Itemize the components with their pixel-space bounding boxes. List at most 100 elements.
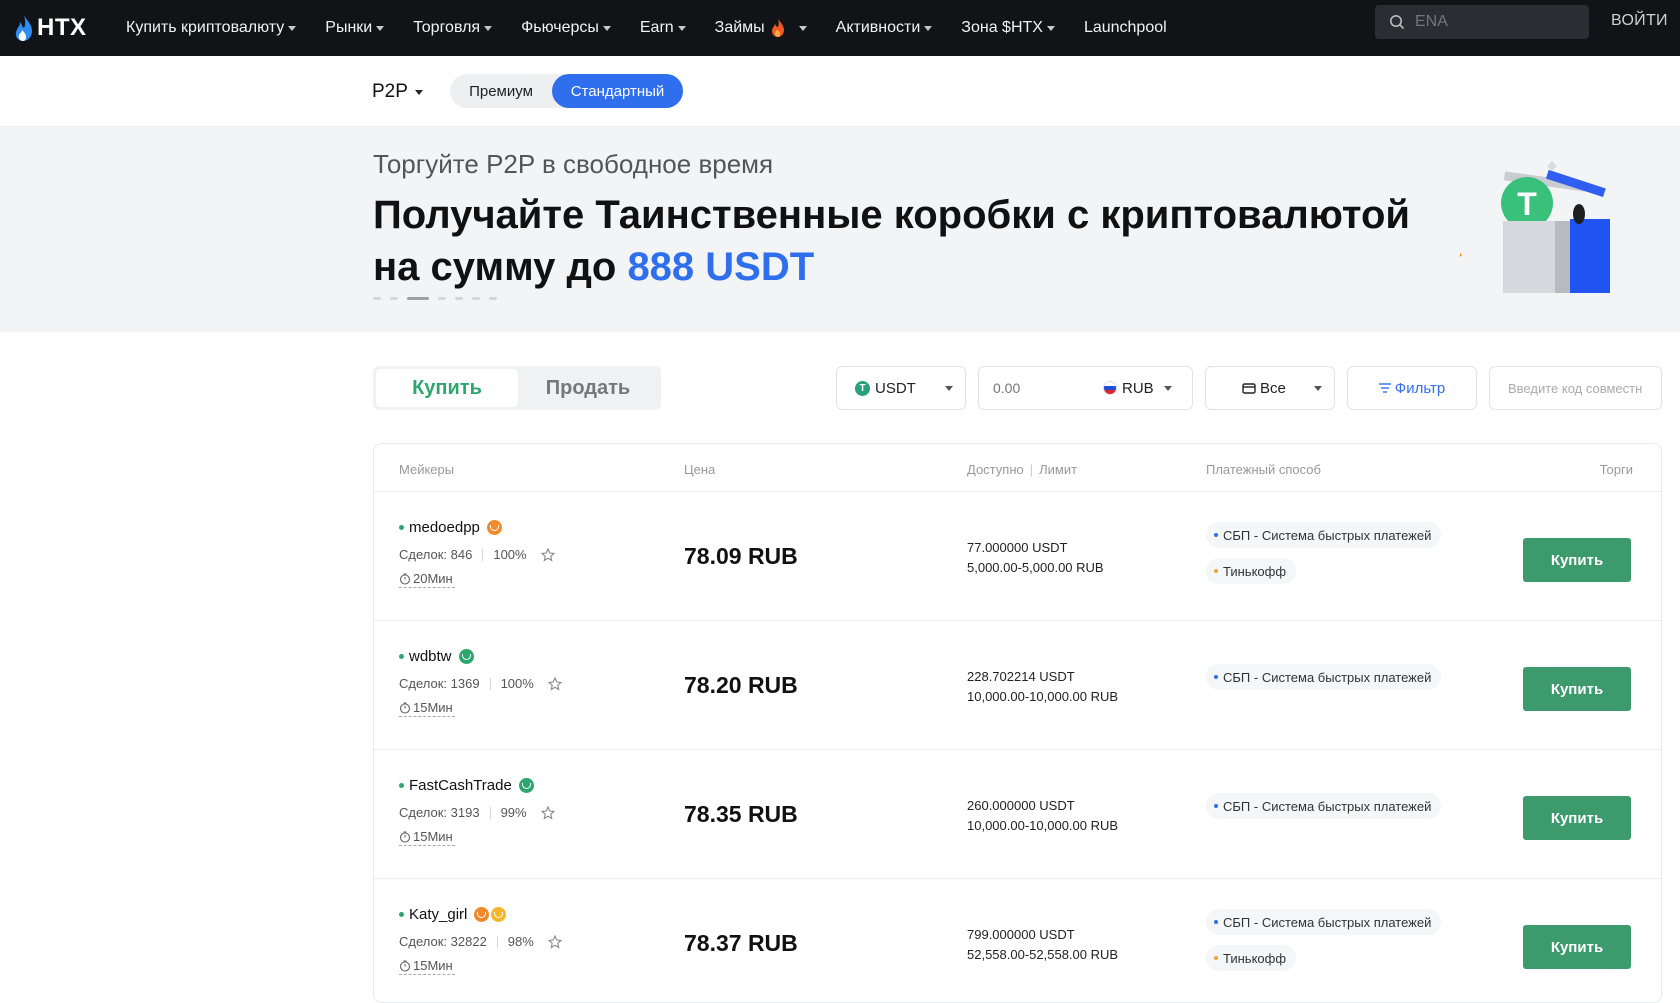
completion-rate: 100%: [493, 547, 527, 562]
search-box[interactable]: [1375, 5, 1589, 39]
chevron-down-icon: [1163, 386, 1172, 391]
amount-input[interactable]: [993, 380, 1103, 396]
payment-methods: СБП - Система быстрых платежей Тинькофф: [1206, 522, 1442, 594]
maker-name-line[interactable]: wdbtw: [399, 648, 562, 665]
merchant-badge-icon: [486, 520, 502, 535]
header-payment: Платежный способ: [1206, 462, 1321, 477]
carousel-dot-active[interactable]: [407, 297, 429, 300]
nav-activities[interactable]: Активности: [836, 19, 933, 37]
table-row: wdbtw Сделок: 1369 100% 15Мин 78.20 RUB 2…: [374, 621, 1661, 750]
header-trade: Торги: [1599, 462, 1633, 477]
carousel-dot[interactable]: [373, 297, 381, 300]
payment-methods: СБП - Система быстрых платежей: [1206, 664, 1442, 700]
nav-launchpool[interactable]: Launchpool: [1084, 19, 1167, 37]
maker-info: medoedpp Сделок: 846 100% 20Мин: [399, 519, 555, 588]
login-button[interactable]: ВОЙТИ: [1611, 12, 1668, 30]
payment-time: 15Мин: [399, 700, 455, 717]
payment-label: СБП - Система быстрых платежей: [1223, 798, 1432, 814]
chevron-down-icon: [376, 26, 385, 31]
payment-tag: СБП - Система быстрых платежей: [1206, 522, 1442, 548]
nav-label: Фьючерсы: [521, 19, 599, 36]
deal-count: Сделок: 1369: [399, 676, 480, 691]
header-limit: Лимит: [1039, 462, 1078, 477]
amount-field[interactable]: RUB: [978, 366, 1193, 410]
svg-text:T: T: [1517, 186, 1537, 222]
nav-futures[interactable]: Фьючерсы: [521, 19, 611, 37]
buy-tab[interactable]: Купить: [376, 369, 518, 407]
maker-name-line[interactable]: medoedpp: [399, 519, 555, 536]
carousel-dot[interactable]: [455, 297, 463, 300]
payment-label: СБП - Система быстрых платежей: [1223, 527, 1432, 543]
star-icon[interactable]: [540, 547, 555, 562]
merchant-badge-icon: [474, 907, 490, 922]
carousel-dot[interactable]: [472, 297, 480, 300]
chevron-down-icon: [484, 26, 493, 31]
filter-button[interactable]: Фильтр: [1347, 366, 1477, 410]
maker-name: Katy_girl: [409, 906, 468, 923]
nav-earn[interactable]: Earn: [640, 19, 686, 37]
star-icon[interactable]: [540, 805, 555, 820]
available-amount: 260.000000 USDT: [967, 798, 1075, 813]
nav-htx-zone[interactable]: Зона $HTX: [961, 19, 1055, 37]
nav-markets[interactable]: Рынки: [325, 19, 385, 37]
nav-label: Торговля: [413, 19, 481, 36]
search-input[interactable]: [1415, 13, 1575, 31]
carousel-dot[interactable]: [489, 297, 497, 300]
nav-trade[interactable]: Торговля: [413, 19, 493, 37]
buy-button[interactable]: Купить: [1523, 538, 1631, 582]
p2p-dropdown[interactable]: P2P: [372, 81, 423, 103]
clock-icon: [399, 701, 411, 714]
header-price: Цена: [684, 462, 716, 477]
p2p-label: P2P: [372, 81, 408, 102]
buy-button[interactable]: Купить: [1523, 667, 1631, 711]
star-icon[interactable]: [547, 676, 562, 691]
offer-price: 78.09 RUB: [684, 543, 798, 569]
buy-button[interactable]: Купить: [1523, 925, 1631, 969]
online-indicator: [399, 525, 404, 530]
tab-standard[interactable]: Стандартный: [552, 74, 683, 108]
completion-rate: 99%: [500, 805, 527, 820]
verified-badge-icon: [491, 907, 507, 922]
clock-icon: [399, 572, 411, 585]
star-icon[interactable]: [547, 934, 562, 949]
code-placeholder: Введите код совместн: [1508, 380, 1643, 396]
banner-title-accent: 888 USDT: [627, 245, 815, 289]
nav-loans[interactable]: Займы: [715, 18, 807, 38]
promo-banner[interactable]: Торгуйте P2P в свободное время Получайте…: [0, 127, 1680, 332]
offer-price: 78.37 RUB: [684, 930, 798, 956]
carousel-dot[interactable]: [390, 297, 398, 300]
coin-value: USDT: [875, 379, 916, 397]
time-value: 20Мин: [413, 571, 453, 586]
chevron-down-icon: [1046, 26, 1055, 31]
offers-table: Мейкеры Цена Доступно | Лимит Платежный сп…: [373, 443, 1662, 1003]
stat-divider: [482, 548, 484, 561]
maker-stats: Сделок: 846 100%: [399, 547, 555, 562]
maker-name-line[interactable]: FastCashTrade: [399, 777, 555, 794]
nav-buy-crypto[interactable]: Купить криптовалюту: [126, 19, 297, 37]
payment-dot: [1214, 956, 1218, 960]
payment-dot: [1214, 920, 1218, 924]
payment-dot: [1214, 569, 1218, 573]
payment-label: СБП - Система быстрых платежей: [1223, 914, 1432, 930]
russia-flag-icon: [1103, 381, 1117, 395]
cooperation-code-input[interactable]: Введите код совместн: [1489, 366, 1662, 410]
sell-tab[interactable]: Продать: [518, 369, 658, 407]
header-available-limit: Доступно | Лимит: [967, 462, 1077, 477]
mystery-box-illustration: T: [1460, 161, 1610, 293]
carousel-dot[interactable]: [438, 297, 446, 300]
payment-dot: [1214, 675, 1218, 679]
htx-logo[interactable]: HTX: [14, 10, 87, 46]
stat-divider: [489, 806, 491, 819]
payment-time: 20Мин: [399, 571, 455, 588]
wallet-icon: [1242, 383, 1256, 394]
header-makers: Мейкеры: [399, 462, 455, 477]
maker-name-line[interactable]: Katy_girl: [399, 906, 562, 923]
fiat-select[interactable]: RUB: [1103, 380, 1172, 397]
tab-premium[interactable]: Премиум: [450, 74, 552, 108]
buy-button[interactable]: Купить: [1523, 796, 1631, 840]
payment-tag: Тинькофф: [1206, 558, 1297, 584]
coin-select[interactable]: T USDT: [836, 366, 966, 410]
payment-tag: Тинькофф: [1206, 945, 1297, 971]
payment-label: Тинькофф: [1223, 950, 1287, 966]
payment-method-select[interactable]: Все: [1205, 366, 1335, 410]
